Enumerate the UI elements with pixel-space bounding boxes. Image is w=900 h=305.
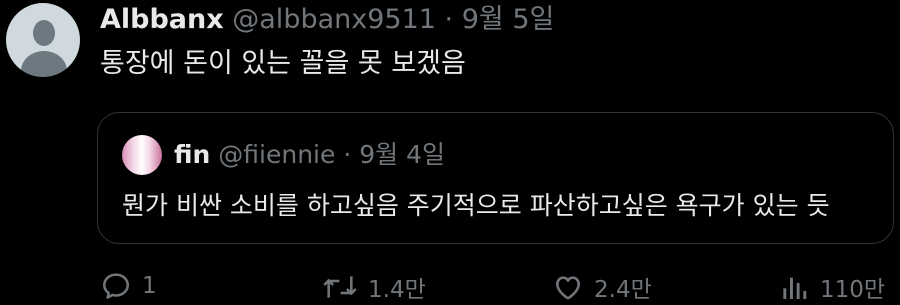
quoted-display-name: fin: [174, 140, 211, 169]
tweet-text: 통장에 돈이 있는 꼴을 못 보겠음: [100, 48, 466, 79]
avatar-head-shape: [33, 20, 55, 46]
tweet-date[interactable]: 9월 5일: [462, 4, 555, 35]
quoted-header: fin @fiiennie · 9월 4일: [174, 138, 445, 172]
tweet-header: Albbanx @albbanx9511 · 9월 5일: [100, 2, 554, 38]
like-button[interactable]: 2.4만: [552, 270, 652, 304]
tweet[interactable]: Albbanx @albbanx9511 · 9월 5일 통장에 돈이 있는 꼴…: [0, 0, 900, 305]
quoted-text: 뭔가 비싼 소비를 하고싶음 주기적으로 파산하고싶은 욕구가 있는 듯: [122, 191, 830, 220]
retweet-button[interactable]: 1.4만: [322, 270, 426, 304]
avatar[interactable]: [6, 3, 80, 77]
heart-icon: [552, 271, 584, 303]
reply-button[interactable]: 1: [100, 270, 157, 302]
handle[interactable]: @albbanx9511: [232, 4, 436, 35]
retweet-icon: [322, 271, 358, 303]
views-button[interactable]: 110만: [778, 270, 885, 304]
action-bar: 1 1.4만 2.4만 110만: [0, 270, 900, 305]
quoted-date: 9월 4일: [359, 140, 445, 169]
quoted-tweet[interactable]: fin @fiiennie · 9월 4일 뭔가 비싼 소비를 하고싶음 주기적…: [97, 112, 894, 244]
reply-count: 1: [142, 273, 157, 299]
retweet-count: 1.4만: [368, 277, 426, 303]
like-count: 2.4만: [594, 277, 652, 303]
views-count: 110만: [820, 277, 886, 303]
quoted-avatar[interactable]: [122, 135, 162, 175]
separator: ·: [444, 4, 454, 35]
avatar-body-shape: [21, 51, 67, 77]
quoted-separator: ·: [343, 140, 352, 169]
quoted-handle: @fiiennie: [218, 140, 336, 169]
views-icon: [778, 271, 810, 303]
display-name[interactable]: Albbanx: [100, 4, 224, 35]
reply-icon: [100, 270, 132, 302]
